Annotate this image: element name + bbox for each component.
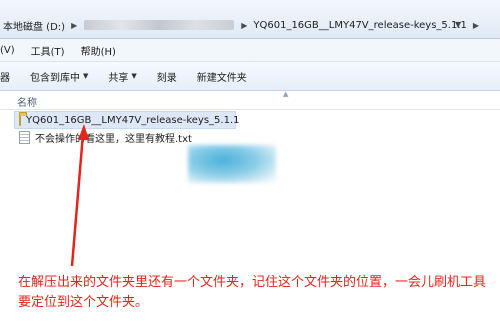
annotation-text: 在解压出来的文件夹里还有一个文件夹，记住这个文件夹的位置，一会儿刷机工具要定位到… [18, 275, 487, 310]
